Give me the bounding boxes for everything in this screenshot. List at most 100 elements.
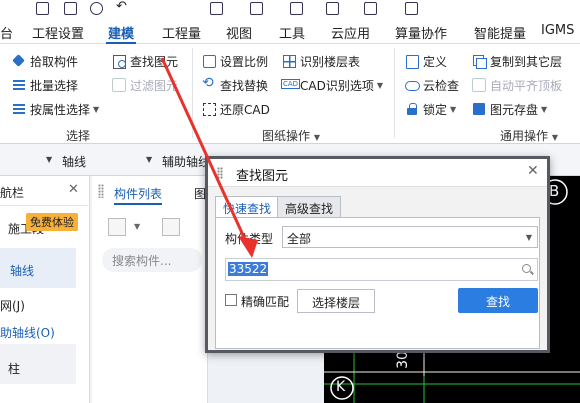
axis-selector[interactable]: 轴线	[62, 153, 86, 170]
group-label-general: 通用操作 ▼	[500, 129, 558, 143]
define-button[interactable]: 定义	[405, 52, 447, 70]
drag-handle-icon[interactable]	[217, 167, 223, 179]
axis-label-b: B	[549, 182, 560, 200]
lock-button[interactable]: 锁定 ▼	[405, 100, 456, 118]
group-label-drawing: 图纸操作 ▼	[262, 129, 320, 143]
toolbar-icon-d[interactable]	[326, 2, 339, 15]
align-icon	[472, 78, 486, 92]
close-icon[interactable]: ✕	[68, 182, 79, 197]
close-icon[interactable]: ✕	[527, 163, 539, 179]
nav-header: 航栏 ✕	[0, 176, 90, 206]
restore-cad-button[interactable]: 还原CAD	[202, 100, 270, 118]
batch-select-button[interactable]: 批量选择	[12, 76, 78, 94]
toolbar-icon-f[interactable]	[405, 2, 418, 15]
nav-title: 航栏	[0, 186, 25, 200]
scale-icon	[202, 54, 216, 68]
select-floor-button[interactable]: 选择楼层	[297, 289, 375, 313]
find-icon	[112, 54, 126, 69]
cad-options-button[interactable]: CAD识别选项▼	[281, 76, 383, 94]
new-file-icon[interactable]	[36, 2, 49, 15]
toolbar-icon-c[interactable]	[290, 2, 303, 15]
cloud-check-button[interactable]: 云检查	[405, 76, 459, 94]
drag-handle-icon[interactable]	[98, 184, 104, 198]
filter-element-button[interactable]: 过滤图元	[112, 76, 178, 94]
free-trial-badge[interactable]: 免费体验	[26, 213, 78, 231]
tab-smart-takeoff[interactable]: 智能提量	[474, 23, 526, 42]
toolbar-icon-e[interactable]	[364, 2, 377, 15]
search-input[interactable]: 33522	[225, 258, 538, 281]
group-separator	[394, 48, 395, 138]
cloud-icon	[405, 78, 420, 92]
tab-tools[interactable]: 工具	[279, 23, 305, 42]
set-scale-button[interactable]: 设置比例	[202, 52, 268, 70]
pick-component-button[interactable]: 拾取构件	[12, 52, 78, 70]
dialog-title-bar[interactable]: 查找图元 ✕	[208, 159, 547, 187]
navigation-panel: 航栏 ✕ 施工段 免费体验 轴线 网(J) 助轴线(O) 柱	[0, 176, 90, 403]
find-element-dialog: 查找图元 ✕ 快速查找 高级查找 构件类型 全部 ▼ 33522 精确匹配 选择…	[205, 156, 550, 353]
attribute-select-icon	[12, 102, 26, 116]
tab-cloud[interactable]: 云应用	[331, 23, 370, 42]
nav-item-grid[interactable]: 网(J)	[0, 297, 90, 314]
chevron-down-icon: ▼	[541, 104, 548, 114]
ribbon-panel: 拾取构件 批量选择 按属性选择 ▼ 查找图元 过滤图元 选择 设置比例 识别楼层表…	[0, 44, 580, 144]
select-by-attribute-button[interactable]: 按属性选择 ▼	[12, 100, 99, 118]
component-type-label: 构件类型	[225, 232, 274, 246]
chevron-down-icon[interactable]: ▼	[134, 222, 140, 231]
toolbar-icon-a[interactable]	[210, 2, 223, 15]
undo-icon[interactable]: ↶	[116, 0, 129, 14]
copy-component-icon[interactable]	[162, 218, 180, 236]
tab-modeling[interactable]: 建模	[105, 23, 137, 44]
chevron-down-icon: ▼	[525, 233, 532, 242]
exact-match-label: 精确匹配	[241, 295, 290, 309]
dimension-label: 30	[394, 351, 411, 369]
chevron-down-icon[interactable]: ▼	[46, 155, 52, 164]
pick-icon	[12, 54, 26, 68]
element-save-button[interactable]: 图元存盘 ▼	[472, 100, 547, 118]
tab-platform[interactable]: 台	[0, 23, 13, 42]
identify-floor-table-button[interactable]: 识别楼层表	[282, 52, 360, 70]
tab-quick-find[interactable]: 快速查找	[215, 196, 280, 218]
ribbon-tabs: 台 工程设置 建模 工程量 视图 工具 云应用 算量协作 智能提量 IGMS	[0, 18, 580, 44]
component-list-panel: 构件列表 图 ▼ 搜索构件...	[92, 176, 208, 403]
nav-item-aux-axis[interactable]: 助轴线(O)	[0, 324, 90, 341]
tab-advanced-find[interactable]: 高级查找	[277, 196, 342, 218]
new-component-icon[interactable]	[108, 218, 126, 236]
lock-icon	[405, 102, 419, 116]
nav-item-axis[interactable]: 轴线	[10, 262, 100, 279]
component-type-select[interactable]: 全部 ▼	[282, 226, 538, 248]
batch-select-icon	[12, 78, 26, 92]
tab-collaboration[interactable]: 算量协作	[395, 23, 447, 42]
define-icon	[405, 54, 419, 69]
dialog-title: 查找图元	[236, 169, 289, 184]
copy-icon	[472, 54, 487, 69]
toolbar-icon-b[interactable]	[250, 2, 263, 15]
tab-quantity[interactable]: 工程量	[162, 23, 201, 42]
chevron-down-icon[interactable]: ▼	[146, 155, 152, 164]
chevron-down-icon: ▼	[376, 80, 383, 90]
chevron-down-icon: ▼	[450, 104, 457, 114]
find-button[interactable]: 查找	[458, 288, 538, 313]
find-element-button[interactable]: 查找图元	[112, 52, 178, 70]
open-file-icon[interactable]	[64, 2, 77, 15]
quick-access-toolbar: ↶	[0, 0, 580, 18]
nav-item-column[interactable]: 柱	[8, 360, 98, 377]
find-replace-button[interactable]: 查找替换	[202, 75, 268, 94]
tab-project-settings[interactable]: 工程设置	[32, 23, 84, 42]
component-search-input[interactable]: 搜索构件...	[102, 248, 202, 272]
save-icon[interactable]	[90, 2, 103, 15]
find-replace-icon	[202, 75, 216, 92]
group-label-select: 选择	[66, 129, 91, 143]
exact-match-checkbox[interactable]	[225, 294, 237, 306]
dialog-body: 构件类型 全部 ▼ 33522 精确匹配 选择楼层 查找	[215, 217, 540, 349]
search-icon[interactable]	[522, 264, 531, 273]
tab-view[interactable]: 视图	[226, 23, 252, 42]
aux-axis-selector[interactable]: 辅助轴线	[162, 153, 210, 170]
group-separator	[192, 48, 193, 138]
auto-align-slab-button[interactable]: 自动平齐顶板	[472, 76, 562, 94]
tab-igms[interactable]: IGMS	[541, 23, 574, 38]
copy-to-other-floor-button[interactable]: 复制到其它层	[472, 52, 562, 70]
restore-icon	[202, 102, 216, 116]
axis-label-k: K	[336, 379, 346, 395]
tab-component-list[interactable]: 构件列表	[114, 185, 163, 205]
chevron-down-icon: ▼	[93, 104, 100, 114]
